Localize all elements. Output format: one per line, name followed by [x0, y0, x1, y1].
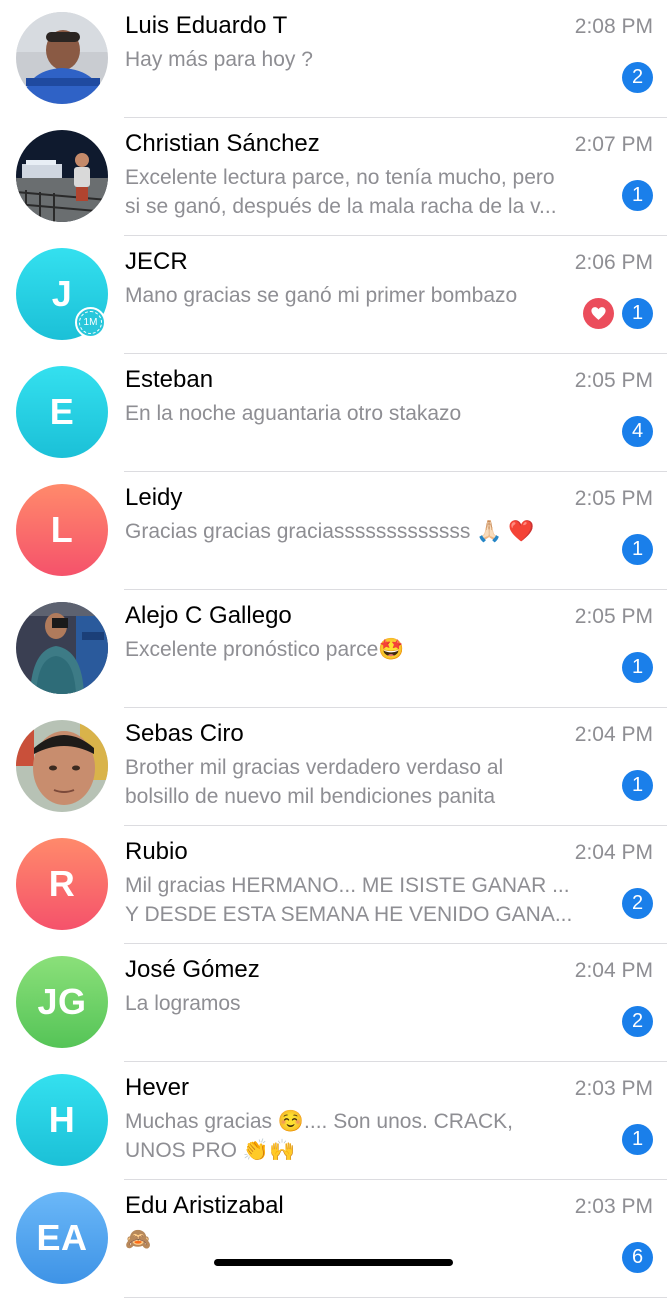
- avatar-initials: JG: [37, 981, 87, 1022]
- reaction-badge[interactable]: [583, 298, 614, 329]
- unread-badge: 2: [622, 888, 653, 919]
- avatar-photo: [16, 720, 108, 812]
- chat-time: 2:03 PM: [574, 1077, 653, 1100]
- chat-row[interactable]: Alejo C Gallego 2:05 PM Excelente pronósti…: [0, 590, 667, 708]
- avatar-initials: J: [51, 273, 73, 314]
- chat-row[interactable]: J 1M JECR 2:06 PM Mano gracias se ganó mi pr…: [0, 236, 667, 354]
- chat-row[interactable]: E Esteban 2:05 PM En la noche aguantaria ot…: [0, 354, 667, 472]
- message-preview: 🙈: [125, 1228, 152, 1251]
- avatar-initials: E: [49, 391, 75, 432]
- chat-time: 2:05 PM: [574, 487, 653, 510]
- unread-badge: 2: [622, 62, 653, 93]
- avatar-photo: [16, 130, 108, 222]
- message-preview: En la noche aguantaria otro stakazo: [125, 402, 462, 425]
- message-preview: Hay más para hoy ?: [125, 48, 313, 71]
- chat-list: Luis Eduardo T 2:08 PM Hay más para hoy ? 2…: [0, 0, 667, 1298]
- chat-name: Luis Eduardo T: [125, 12, 288, 39]
- chat-name: Sebas Ciro: [125, 720, 244, 747]
- avatar[interactable]: H: [16, 1074, 108, 1166]
- message-preview-line: Mil gracias HERMANO... ME ISISTE GANAR .…: [125, 874, 570, 897]
- chat-name: Leidy: [125, 484, 183, 511]
- avatar-initials: R: [48, 863, 76, 904]
- chat-row[interactable]: Luis Eduardo T 2:08 PM Hay más para hoy ? 2: [0, 0, 667, 118]
- message-preview-line: Brother mil gracias verdadero verdaso al: [125, 756, 504, 779]
- avatar[interactable]: E: [16, 366, 108, 458]
- chat-time: 2:05 PM: [574, 369, 653, 392]
- chat-row[interactable]: Christian Sánchez 2:07 PM Excelente lectur…: [0, 118, 667, 236]
- home-indicator[interactable]: [214, 1259, 453, 1266]
- chat-name: Rubio: [125, 838, 188, 865]
- avatar[interactable]: [16, 12, 108, 104]
- chat-name: Esteban: [125, 366, 214, 393]
- message-preview: Brother mil gracias verdadero verdaso al…: [125, 753, 615, 811]
- avatar[interactable]: [16, 130, 108, 222]
- message-preview-line: Y DESDE ESTA SEMANA HE VENIDO GANA...: [125, 903, 573, 926]
- chat-name: Christian Sánchez: [125, 130, 320, 157]
- message-preview: Mano gracias se ganó mi primer bombazo: [125, 284, 518, 307]
- message-preview: Excelente pronóstico parce🤩: [125, 638, 405, 661]
- message-preview-line: Muchas gracias ☺️.... Son unos. CRACK,: [125, 1110, 513, 1133]
- chat-row[interactable]: JG José Gómez 2:04 PM La logramos 2: [0, 944, 667, 1062]
- chat-time: 2:04 PM: [574, 841, 653, 864]
- chat-row[interactable]: R Rubio 2:04 PM Mil gracias HERMANO... ME I…: [0, 826, 667, 944]
- message-preview: Excelente lectura parce, no tenía mucho,…: [125, 163, 615, 221]
- unread-badge: 1: [622, 180, 653, 211]
- chat-row[interactable]: H Hever 2:03 PM Muchas gracias ☺️.... Son u…: [0, 1062, 667, 1180]
- story-label: 1M: [79, 311, 102, 334]
- chat-time: 2:04 PM: [574, 959, 653, 982]
- avatar[interactable]: EA: [16, 1192, 108, 1284]
- message-preview: Muchas gracias ☺️.... Son unos. CRACK, UN…: [125, 1107, 615, 1165]
- avatar[interactable]: L: [16, 484, 108, 576]
- unread-badge: 6: [622, 1242, 653, 1273]
- avatar-initials: H: [48, 1099, 76, 1140]
- chat-time: 2:07 PM: [574, 133, 653, 156]
- avatar-initials: EA: [36, 1217, 88, 1258]
- chat-name: JECR: [125, 248, 188, 275]
- heart-icon: [591, 307, 606, 320]
- chat-row[interactable]: Sebas Ciro 2:04 PM Brother mil gracias ver…: [0, 708, 667, 826]
- chat-row[interactable]: EA Edu Aristizabal 2:03 PM 🙈 6: [0, 1180, 667, 1298]
- avatar-photo: [16, 12, 108, 104]
- avatar[interactable]: [16, 720, 108, 812]
- message-preview: La logramos: [125, 992, 241, 1015]
- chat-row[interactable]: L Leidy 2:05 PM Gracias gracias graciasssss…: [0, 472, 667, 590]
- unread-badge: 1: [622, 770, 653, 801]
- avatar[interactable]: [16, 602, 108, 694]
- chat-name: Hever: [125, 1074, 190, 1101]
- unread-badge: 1: [622, 298, 653, 329]
- message-preview-line: UNOS PRO 👏🙌: [125, 1139, 296, 1162]
- message-preview: Gracias gracias graciasssssssssssss 🙏🏻 ❤…: [125, 520, 535, 543]
- unread-badge: 4: [622, 416, 653, 447]
- chat-name: Alejo C Gallego: [125, 602, 292, 629]
- chat-name: Edu Aristizabal: [125, 1192, 284, 1219]
- message-preview: Mil gracias HERMANO... ME ISISTE GANAR .…: [125, 871, 615, 929]
- chat-time: 2:03 PM: [574, 1195, 653, 1218]
- chat-time: 2:05 PM: [574, 605, 653, 628]
- message-preview-line: si se ganó, después de la mala racha de …: [125, 195, 557, 218]
- story-indicator[interactable]: 1M: [75, 307, 106, 338]
- message-preview-line: bolsillo de nuevo mil bendiciones panita: [125, 785, 496, 808]
- unread-badge: 1: [622, 652, 653, 683]
- unread-badge: 1: [622, 534, 653, 565]
- avatar[interactable]: R: [16, 838, 108, 930]
- unread-badge: 1: [622, 1124, 653, 1155]
- unread-badge: 2: [622, 1006, 653, 1037]
- avatar-photo: [16, 602, 108, 694]
- avatar[interactable]: JG: [16, 956, 108, 1048]
- chat-time: 2:04 PM: [574, 723, 653, 746]
- chat-time: 2:08 PM: [574, 15, 653, 38]
- avatar-initials: L: [50, 509, 74, 550]
- message-preview-line: Excelente lectura parce, no tenía mucho,…: [125, 166, 555, 189]
- chat-name: José Gómez: [125, 956, 260, 983]
- chat-time: 2:06 PM: [574, 251, 653, 274]
